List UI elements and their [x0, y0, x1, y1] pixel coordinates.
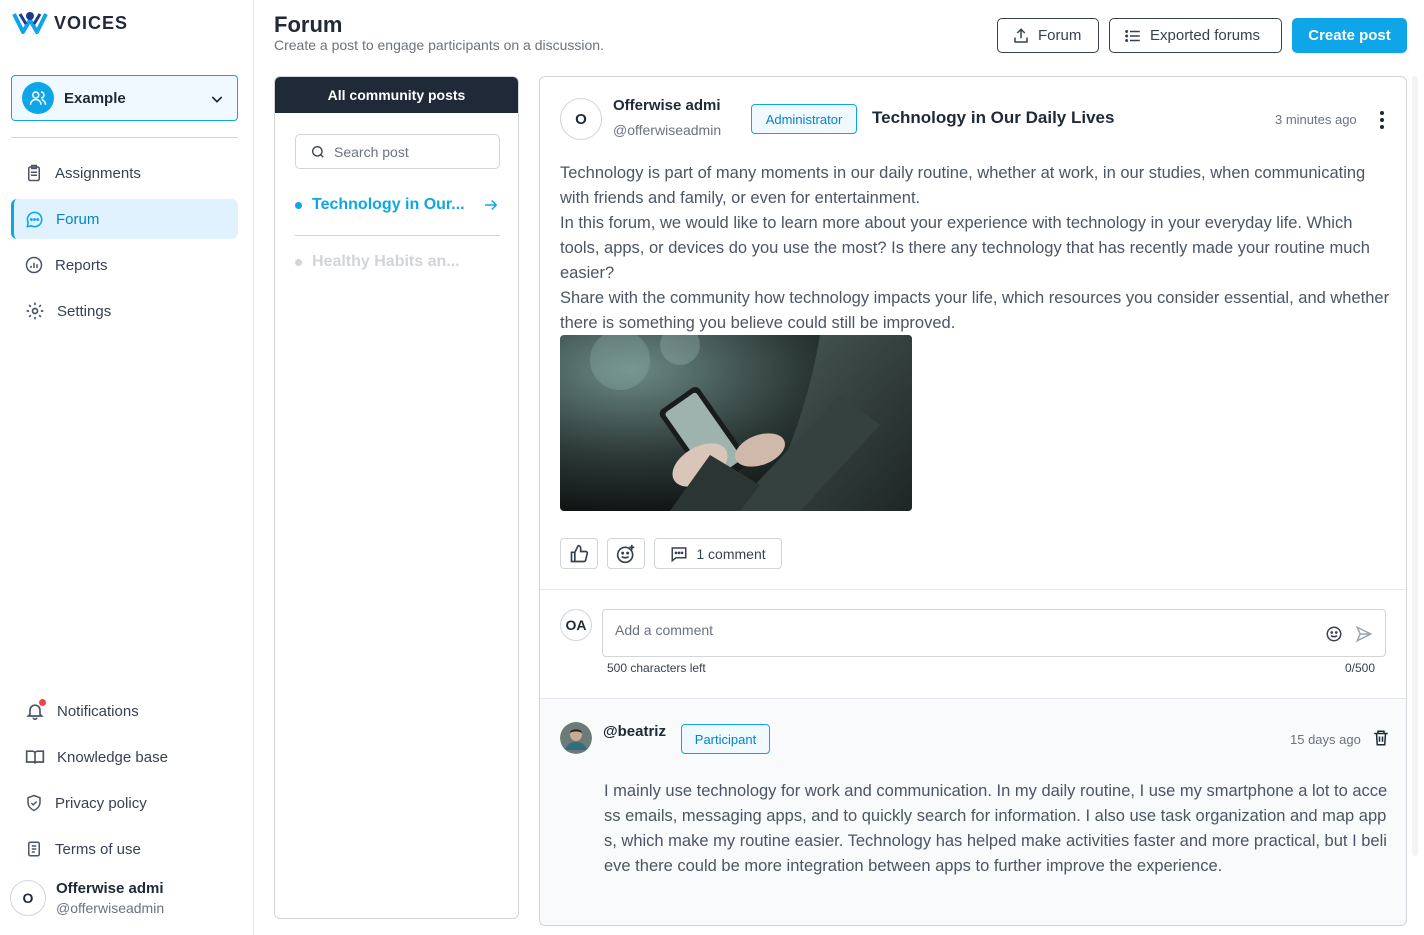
- comments-button[interactable]: 1 comment: [654, 538, 782, 569]
- trash-icon[interactable]: [1372, 729, 1390, 747]
- send-icon[interactable]: [1355, 625, 1373, 643]
- sidebar-item-label: Knowledge base: [57, 748, 168, 766]
- chat-icon: [26, 211, 43, 228]
- comment-item: @beatriz Participant 15 days ago I mainl…: [540, 699, 1406, 925]
- brand-name: VOICES: [54, 12, 129, 33]
- clipboard-icon: [28, 164, 40, 182]
- user-name: Offerwise admi: [56, 880, 164, 897]
- upload-icon: [1014, 27, 1028, 43]
- search-icon: [312, 145, 324, 158]
- search-placeholder: Search post: [334, 143, 409, 160]
- exported-button-label: Exported forums: [1150, 27, 1261, 44]
- page-subtitle: Create a post to engage participants on …: [274, 37, 604, 53]
- post-list-item-label: Technology in Our...: [312, 196, 465, 213]
- avatar[interactable]: [560, 722, 592, 754]
- thumbs-up-icon: [570, 544, 589, 562]
- sidebar-item-privacy-policy[interactable]: Privacy policy: [11, 783, 238, 823]
- emoji-add-icon: [616, 544, 635, 563]
- post-list-divider: [295, 235, 500, 236]
- forum-button-label: Forum: [1038, 27, 1082, 44]
- sidebar-item-label: Forum: [56, 210, 100, 228]
- post-time: 3 minutes ago: [1275, 112, 1357, 127]
- sidebar: VOICES Example Assignments Forum Reports…: [0, 0, 254, 935]
- post-paragraph: In this forum, we would like to learn mo…: [560, 214, 1370, 282]
- active-dot: [295, 201, 302, 209]
- sidebar-item-label: Settings: [57, 302, 112, 320]
- sidebar-item-label: Privacy policy: [55, 794, 147, 812]
- posts-panel-title: All community posts: [275, 77, 518, 113]
- notification-dot: [39, 699, 46, 706]
- sidebar-divider: [11, 137, 238, 138]
- post-paragraph: Technology is part of many moments in ou…: [560, 164, 1366, 207]
- scrollbar[interactable]: [1412, 76, 1418, 856]
- post-title: Technology in Our Daily Lives: [872, 108, 1115, 127]
- sidebar-item-label: Assignments: [55, 164, 141, 182]
- search-input[interactable]: Search post: [295, 134, 500, 169]
- characters-left: 500 characters left: [607, 661, 706, 675]
- document-icon: [28, 841, 40, 857]
- more-options-icon[interactable]: [1372, 110, 1392, 130]
- sidebar-item-label: Reports: [55, 256, 108, 274]
- project-selector[interactable]: Example: [11, 75, 238, 121]
- list-icon: [1125, 29, 1140, 42]
- post-image: [560, 335, 912, 511]
- comment-icon: [671, 546, 687, 562]
- sidebar-item-assignments[interactable]: Assignments: [11, 153, 238, 193]
- post-author-name: Offerwise admi: [613, 97, 721, 114]
- avatar[interactable]: O: [560, 98, 602, 140]
- bell-icon: [25, 699, 46, 721]
- section-divider: [540, 589, 1406, 590]
- post-list-item-label: Healthy Habits an...: [312, 253, 460, 270]
- sidebar-item-reports[interactable]: Reports: [11, 245, 238, 285]
- users-icon: [22, 82, 54, 114]
- post-list-item[interactable]: Healthy Habits an...: [295, 253, 500, 271]
- sidebar-item-notifications[interactable]: Notifications: [11, 691, 238, 731]
- user-handle: @offerwiseadmin: [56, 900, 165, 916]
- like-button[interactable]: [560, 538, 598, 569]
- comment-time: 15 days ago: [1290, 732, 1361, 747]
- gear-icon: [26, 302, 44, 320]
- sidebar-item-forum[interactable]: Forum: [11, 199, 238, 239]
- page-title: Forum: [274, 12, 343, 37]
- voices-logo-icon: [12, 12, 48, 34]
- brand-logo[interactable]: VOICES: [12, 10, 128, 36]
- emoji-icon[interactable]: [1325, 625, 1343, 643]
- chart-icon: [25, 256, 43, 274]
- post-detail: O Offerwise admi @offerwiseadmin Adminis…: [539, 76, 1407, 926]
- project-label: Example: [64, 89, 126, 107]
- comment-input[interactable]: Add a comment: [602, 609, 1386, 657]
- post-paragraph: Share with the community how technology …: [560, 289, 1390, 332]
- exported-forums-button[interactable]: Exported forums: [1109, 18, 1282, 53]
- create-post-button[interactable]: Create post: [1292, 18, 1407, 53]
- post-author-handle: @offerwiseadmin: [613, 122, 722, 138]
- avatar: O: [10, 880, 46, 916]
- book-icon: [25, 750, 45, 764]
- role-badge: Administrator: [751, 104, 857, 134]
- post-body: Technology is part of many moments in ou…: [560, 161, 1390, 336]
- forum-export-button[interactable]: Forum: [997, 18, 1099, 53]
- posts-panel: All community posts Search post Technolo…: [274, 76, 519, 919]
- role-badge: Participant: [681, 724, 770, 754]
- sidebar-item-label: Notifications: [57, 702, 139, 720]
- chevron-down-icon: [211, 96, 223, 103]
- avatar: OA: [560, 609, 592, 641]
- arrow-right-icon: [485, 199, 498, 211]
- comment-count: 1 comment: [696, 545, 766, 562]
- sidebar-item-label: Terms of use: [55, 840, 141, 858]
- inactive-dot: [295, 258, 302, 266]
- post-list-item-active[interactable]: Technology in Our...: [295, 196, 500, 214]
- comment-text: I mainly use technology for work and com…: [604, 782, 1388, 875]
- shield-icon: [27, 794, 41, 812]
- sidebar-item-settings[interactable]: Settings: [11, 291, 238, 331]
- current-user[interactable]: O Offerwise admi @offerwiseadmin: [10, 880, 164, 916]
- sidebar-item-terms-of-use[interactable]: Terms of use: [11, 829, 238, 869]
- add-reaction-button[interactable]: [607, 538, 645, 569]
- comment-author-handle: @beatriz: [603, 723, 666, 740]
- comment-placeholder: Add a comment: [615, 622, 714, 638]
- sidebar-item-knowledge-base[interactable]: Knowledge base: [11, 737, 238, 777]
- character-counter: 0/500: [1345, 661, 1376, 675]
